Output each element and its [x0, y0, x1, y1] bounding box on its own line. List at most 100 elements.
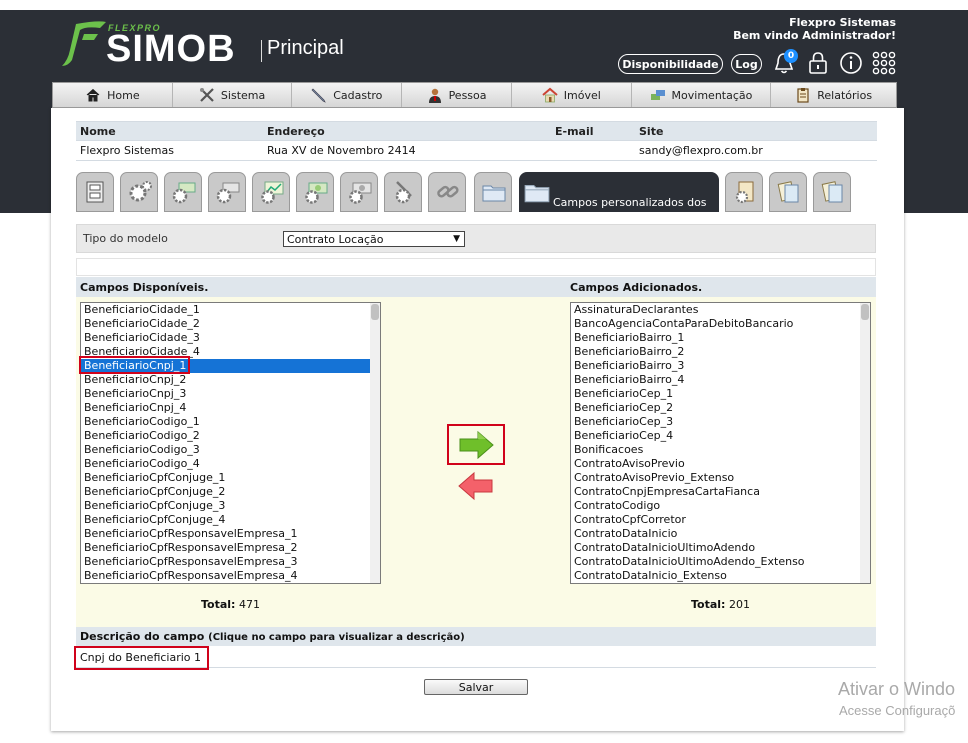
nav-home[interactable]: Home: [53, 83, 173, 107]
added-item[interactable]: ContratoDataInicioUltimoAdendo: [571, 541, 870, 555]
remove-field-arrow-button[interactable]: [448, 466, 504, 506]
added-total: Total: 201: [691, 598, 750, 611]
save-button[interactable]: Salvar: [424, 679, 528, 695]
added-fields-list[interactable]: AssinaturaDeclarantes BancoAgenciaContaPa…: [570, 302, 871, 584]
added-item[interactable]: BeneficiarioCep_1: [571, 387, 870, 401]
tab-campos-personalizados[interactable]: Campos personalizados dos: [519, 172, 719, 212]
available-item[interactable]: BeneficiarioCpfResponsavelEmpresa_3: [81, 555, 380, 569]
apps-grid-icon[interactable]: [871, 50, 897, 76]
added-item[interactable]: BancoAgenciaContaParaDebitoBancario: [571, 317, 870, 331]
tab-chart-gear[interactable]: [252, 172, 290, 212]
available-item[interactable]: BeneficiarioCodigo_4: [81, 457, 380, 471]
fields-header: Campos Disponíveis. Campos Adicionados.: [76, 278, 876, 297]
tab-money-gear-4[interactable]: [340, 172, 378, 212]
tab-clipboard-gear[interactable]: [725, 172, 763, 212]
selected-item-highlight: [79, 356, 190, 374]
documents-icon: [777, 181, 799, 203]
simob-logo[interactable]: FLEXPRO SIMOB Principal: [58, 20, 378, 72]
available-item[interactable]: BeneficiarioCnpj_2: [81, 373, 380, 387]
added-item[interactable]: BeneficiarioBairro_1: [571, 331, 870, 345]
available-total-value: 471: [238, 598, 260, 611]
nav-home-label: Home: [107, 88, 140, 102]
tipo-modelo-row: Tipo do modelo Contrato Locação ▼: [76, 224, 876, 253]
nav-imovel[interactable]: Imóvel: [512, 83, 632, 107]
spacer-bar: [76, 258, 876, 276]
added-item[interactable]: BeneficiarioBairro_4: [571, 373, 870, 387]
available-total-label: Total:: [201, 598, 236, 611]
added-item[interactable]: Bonificacoes: [571, 443, 870, 457]
lock-icon[interactable]: [805, 50, 831, 76]
notification-badge: 0: [784, 49, 798, 63]
nav-relatorios[interactable]: Relatórios: [771, 83, 896, 107]
available-item[interactable]: BeneficiarioCpfConjuge_3: [81, 499, 380, 513]
added-item[interactable]: AssinaturaDeclarantes: [571, 303, 870, 317]
module-name: Principal: [267, 37, 344, 59]
tab-money-gear-1[interactable]: [164, 172, 202, 212]
available-item[interactable]: BeneficiarioCpfResponsavelEmpresa_2: [81, 541, 380, 555]
available-item[interactable]: BeneficiarioCpfConjuge_1: [81, 471, 380, 485]
nav-sistema[interactable]: Sistema: [173, 83, 293, 107]
available-fields-list[interactable]: BeneficiarioCidade_1 BeneficiarioCidade_2…: [80, 302, 381, 584]
money-gear-icon: [349, 182, 372, 204]
added-item[interactable]: BeneficiarioCep_2: [571, 401, 870, 415]
available-item[interactable]: BeneficiarioCodigo_3: [81, 443, 380, 457]
chain-icon: [437, 185, 459, 198]
tab-money-gear-3[interactable]: [296, 172, 334, 212]
available-item[interactable]: BeneficiarioCnpj_3: [81, 387, 380, 401]
activation-watermark-title: Ativar o Windo: [838, 679, 956, 699]
available-item[interactable]: BeneficiarioCpfResponsavelEmpresa_4: [81, 569, 380, 583]
added-item[interactable]: ContratoDataInicio: [571, 527, 870, 541]
module-tabs: Campos personalizados dos: [76, 172, 876, 212]
available-item[interactable]: BeneficiarioCidade_1: [81, 303, 380, 317]
home-icon: [86, 88, 100, 102]
nav-pessoa[interactable]: Pessoa: [402, 83, 512, 107]
house-icon: [542, 87, 558, 103]
add-field-arrow-button[interactable]: [448, 425, 504, 465]
added-item[interactable]: ContratoCpfCorretor: [571, 513, 870, 527]
added-item[interactable]: ContratoAvisoPrevio: [571, 457, 870, 471]
available-item[interactable]: BeneficiarioCpfConjuge_4: [81, 513, 380, 527]
tab-cabinet[interactable]: [76, 172, 114, 212]
disponibilidade-button[interactable]: Disponibilidade: [618, 54, 723, 74]
added-item[interactable]: BeneficiarioBairro_3: [571, 359, 870, 373]
added-item[interactable]: BeneficiarioCep_4: [571, 429, 870, 443]
tipo-modelo-value: Contrato Locação: [287, 233, 384, 246]
available-item[interactable]: BeneficiarioCodigo_1: [81, 415, 380, 429]
pen-icon: [311, 88, 326, 103]
scroll-thumb[interactable]: [861, 304, 869, 320]
info-icon[interactable]: [838, 50, 864, 76]
money-gear-icon: [172, 182, 196, 204]
log-button[interactable]: Log: [731, 54, 762, 74]
added-item[interactable]: ContratoAvisoPrevio_Extenso: [571, 471, 870, 485]
nav-pessoa-label: Pessoa: [448, 88, 487, 102]
tipo-modelo-select[interactable]: Contrato Locação ▼: [283, 231, 465, 247]
nav-imovel-label: Imóvel: [563, 88, 601, 102]
added-item[interactable]: BeneficiarioBairro_2: [571, 345, 870, 359]
nav-movimentacao-label: Movimentação: [671, 88, 753, 102]
scroll-thumb[interactable]: [371, 304, 379, 320]
available-item[interactable]: BeneficiarioCpfResponsavelEmpresa_1: [81, 527, 380, 541]
available-item[interactable]: BeneficiarioCpfConjuge_2: [81, 485, 380, 499]
available-list-scrollbar[interactable]: [370, 303, 380, 583]
available-item[interactable]: BeneficiarioCodigo_2: [81, 429, 380, 443]
tab-tools-gear[interactable]: [384, 172, 422, 212]
tab-documents-1[interactable]: [769, 172, 807, 212]
added-item[interactable]: ContratoDataInicio_Extenso: [571, 569, 870, 583]
tab-chain[interactable]: [428, 172, 466, 212]
added-list-scrollbar[interactable]: [860, 303, 870, 583]
tab-documents-2[interactable]: [813, 172, 851, 212]
added-item[interactable]: BeneficiarioCep_3: [571, 415, 870, 429]
added-item[interactable]: ContratoCnpjEmpresaCartaFianca: [571, 485, 870, 499]
nav-cadastro[interactable]: Cadastro: [292, 83, 403, 107]
tab-folder-1[interactable]: [474, 172, 512, 212]
tab-gears[interactable]: [120, 172, 158, 212]
tab-money-gear-2[interactable]: [208, 172, 246, 212]
available-item[interactable]: BeneficiarioCidade_2: [81, 317, 380, 331]
info-nome: Flexpro Sistemas: [76, 140, 263, 161]
added-item[interactable]: ContratoCodigo: [571, 499, 870, 513]
available-item[interactable]: BeneficiarioCnpj_4: [81, 401, 380, 415]
added-item[interactable]: ContratoDataInicioUltimoAdendo_Extenso: [571, 555, 870, 569]
tools-gear-icon: [395, 181, 412, 204]
nav-movimentacao[interactable]: Movimentação: [632, 83, 772, 107]
available-item[interactable]: BeneficiarioCidade_3: [81, 331, 380, 345]
